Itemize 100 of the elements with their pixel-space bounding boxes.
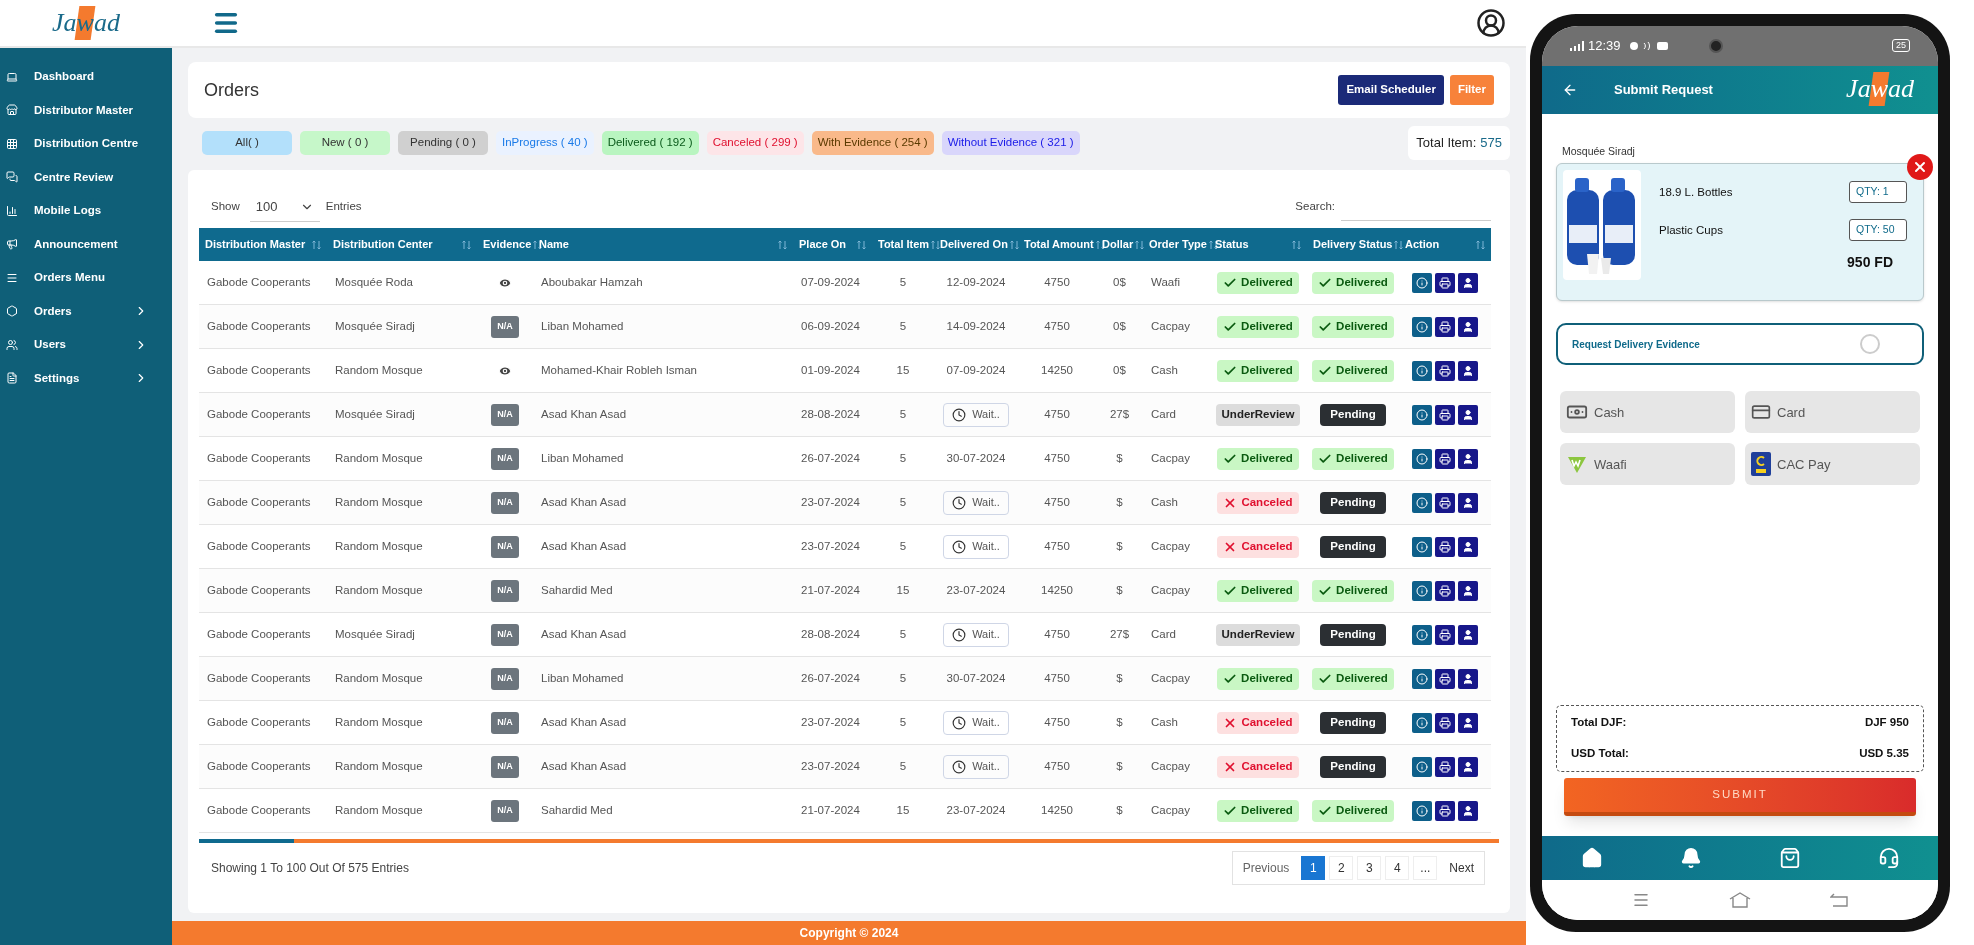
filter-pill[interactable]: Without Evidence ( 321 ) [941,131,1080,155]
home-icon[interactable] [1580,846,1603,869]
sidebar-item[interactable]: Mobile Logs [0,194,172,228]
info-button[interactable] [1412,668,1432,689]
payment-option[interactable]: Card [1745,391,1920,434]
print-button[interactable] [1435,536,1455,557]
user-button[interactable] [1458,404,1478,425]
print-button[interactable] [1435,360,1455,381]
page-size-select[interactable]: 100 [249,192,320,222]
quantity-box: QTY: 50 [1849,219,1907,242]
user-button[interactable] [1458,712,1478,733]
filter-pill[interactable]: Canceled ( 299 ) [706,131,804,155]
user-button[interactable] [1458,448,1478,469]
user-button[interactable] [1458,272,1478,293]
user-button[interactable] [1458,800,1478,821]
previous-button[interactable]: Previous [1232,852,1300,884]
sort-icon[interactable] [857,239,866,250]
sort-icon[interactable] [1394,239,1404,250]
filter-pill[interactable]: New ( 0 ) [300,131,390,155]
avatar-icon[interactable] [1476,8,1506,38]
filter-pill[interactable]: InProgress ( 40 ) [496,131,594,155]
sidebar-item[interactable]: Orders Menu [0,261,172,295]
print-button[interactable] [1435,712,1455,733]
payment-option[interactable]: Cash [1560,391,1735,434]
sidebar-item[interactable]: Centre Review [0,160,172,194]
info-button[interactable] [1412,448,1432,469]
print-button[interactable] [1435,272,1455,293]
evidence-toggle[interactable]: Request Delivery Evidence [1556,323,1924,366]
app-bar-title: Submit Request [1614,80,1713,99]
info-button[interactable] [1412,492,1432,513]
sidebar-item[interactable]: Orders [0,294,172,328]
filter-pill[interactable]: With Evidence ( 254 ) [811,131,934,155]
table-cell-text: Gabode Cooperants [206,670,312,686]
sidebar-item[interactable]: Announcement [0,227,172,261]
info-button[interactable] [1412,624,1432,645]
column-header: Name [539,237,569,253]
sort-icon[interactable] [462,239,471,250]
user-button[interactable] [1458,360,1478,381]
print-button[interactable] [1435,316,1455,337]
radio-button[interactable] [1860,334,1880,355]
print-button[interactable] [1435,800,1455,821]
info-button[interactable] [1412,756,1432,777]
info-button[interactable] [1412,404,1432,425]
user-button[interactable] [1458,624,1478,645]
sort-icon[interactable] [1292,239,1301,250]
user-button[interactable] [1458,316,1478,337]
info-button[interactable] [1412,800,1432,821]
sidebar-item[interactable]: Dashboard [0,60,172,94]
info-button[interactable] [1412,712,1432,733]
next-button[interactable]: Next [1439,852,1484,884]
user-button[interactable] [1458,756,1478,777]
user-button[interactable] [1458,668,1478,689]
na-badge: N/A [491,491,519,514]
sort-icon[interactable] [1476,239,1485,250]
page-button[interactable]: 4 [1385,856,1410,880]
back-key-icon[interactable] [1830,892,1849,907]
user-icon [1462,496,1474,509]
header-button[interactable]: Email Scheduler [1338,75,1444,105]
sidebar-item[interactable]: Distributor Master [0,93,172,127]
headset-icon[interactable] [1877,846,1900,869]
filter-pill[interactable]: All( ) [202,131,292,155]
info-button[interactable] [1412,272,1432,293]
table-cell-text: Cash [1150,362,1179,378]
home-key-icon[interactable] [1729,891,1751,908]
payment-option[interactable]: Waafi [1560,443,1735,486]
print-button[interactable] [1435,756,1455,777]
shopping-bag-icon[interactable] [1778,846,1801,869]
close-button[interactable] [1907,154,1933,181]
print-button[interactable] [1435,624,1455,645]
status-tag: Pending [1320,623,1386,646]
sort-icon[interactable] [778,239,787,250]
page-button[interactable]: 1 [1301,856,1326,880]
print-button[interactable] [1435,448,1455,469]
print-button[interactable] [1435,668,1455,689]
bell-icon[interactable] [1679,846,1702,869]
sort-icon[interactable] [1135,239,1145,250]
info-button[interactable] [1412,580,1432,601]
sidebar-item[interactable]: Settings [0,361,172,395]
user-button[interactable] [1458,580,1478,601]
info-button[interactable] [1412,316,1432,337]
page-button[interactable]: ... [1413,856,1438,880]
sidebar-item[interactable]: Users [0,328,172,362]
info-button[interactable] [1412,536,1432,557]
filter-pill[interactable]: Delivered ( 192 ) [601,131,699,155]
sidebar-item[interactable]: Distribution Centre [0,127,172,161]
sort-icon[interactable] [931,239,941,250]
info-button[interactable] [1412,360,1432,381]
horizontal-scrollbar[interactable] [199,839,1499,843]
payment-option[interactable]: CAC Pay [1745,443,1920,486]
page-button[interactable]: 2 [1329,856,1354,880]
print-button[interactable] [1435,404,1455,425]
user-icon [1462,716,1474,729]
print-button[interactable] [1435,492,1455,513]
sort-icon[interactable] [1009,239,1019,250]
user-button[interactable] [1458,492,1478,513]
filter-pill[interactable]: Pending ( 0 ) [398,131,488,155]
user-button[interactable] [1458,536,1478,557]
page-button[interactable]: 3 [1357,856,1382,880]
print-button[interactable] [1435,580,1455,601]
sort-icon[interactable] [312,239,321,250]
